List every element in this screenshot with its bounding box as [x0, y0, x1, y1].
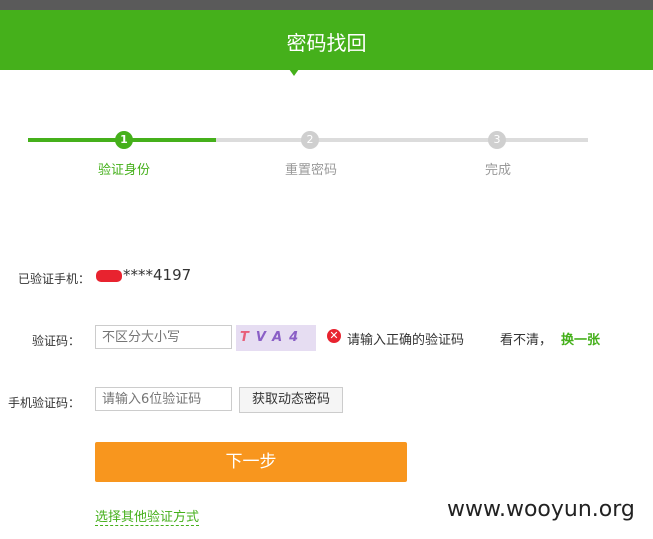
sms-code-input[interactable] [95, 387, 232, 411]
step-2-label: 重置密码 [284, 163, 337, 178]
captcha-char: V [255, 330, 273, 345]
phone-label: 已验证手机： [17, 272, 90, 286]
header-pointer [289, 69, 299, 76]
captcha-label: 验证码： [31, 334, 80, 348]
get-sms-code-button[interactable]: 获取动态密码 [239, 387, 343, 413]
captcha-char: A [272, 330, 290, 345]
page-header: 密码找回 [0, 10, 653, 70]
phone-number: ****4197 [123, 266, 192, 284]
unclear-text: 看不清， [500, 333, 553, 348]
watermark: www.wooyun.org [447, 497, 635, 522]
captcha-char: 4 [289, 330, 306, 345]
captcha-input[interactable] [95, 325, 232, 349]
page-title: 密码找回 [286, 31, 367, 55]
redaction-mark [96, 269, 122, 282]
change-captcha-link[interactable]: 换一张 [561, 329, 600, 348]
step-1-dot: 1 [115, 131, 133, 149]
captcha-char: T [240, 330, 256, 345]
phone-value: ****4197 [96, 266, 191, 284]
top-strip [0, 0, 653, 10]
captcha-image[interactable]: TVA4 [236, 325, 316, 351]
other-verification-link[interactable]: 选择其他验证方式 [95, 506, 200, 526]
step-1-label: 验证身份 [97, 163, 150, 178]
step-2-dot: 2 [301, 131, 319, 149]
next-step-button[interactable]: 下一步 [95, 442, 407, 482]
step-3-label: 完成 [484, 163, 511, 178]
step-3-dot: 3 [488, 131, 506, 149]
error-circle-icon: ✕ [327, 329, 341, 343]
captcha-error-text: 请输入正确的验证码 [347, 333, 465, 348]
sms-label: 手机验证码： [7, 396, 80, 410]
